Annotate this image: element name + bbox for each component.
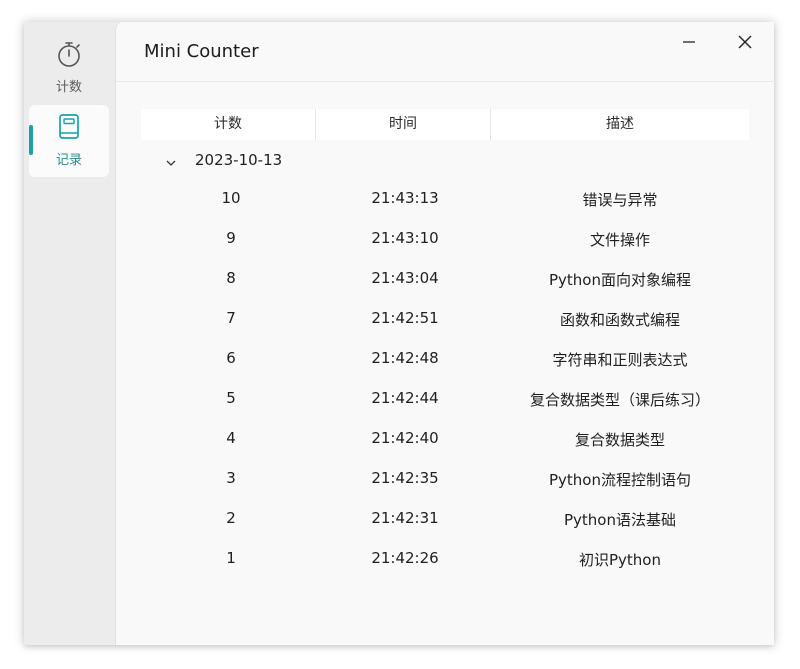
column-header-time[interactable]: 时间 bbox=[316, 109, 491, 140]
table-row[interactable]: 5 21:42:44 复合数据类型（课后练习） bbox=[141, 379, 749, 419]
column-header-description[interactable]: 描述 bbox=[491, 109, 749, 140]
table-row[interactable]: 7 21:42:51 函数和函数式编程 bbox=[141, 299, 749, 339]
table-body: 10 21:43:13 错误与异常 9 21:43:10 文件操作 8 21:4… bbox=[141, 179, 749, 579]
group-date-label: 2023-10-13 bbox=[195, 151, 283, 169]
cell-description: 复合数据类型 bbox=[574, 431, 665, 449]
table-header: 计数 时间 描述 bbox=[141, 109, 749, 140]
cell-description: 复合数据类型（课后练习） bbox=[529, 391, 710, 409]
cell-description: Python流程控制语句 bbox=[549, 471, 691, 489]
cell-count: 9 bbox=[226, 229, 236, 247]
cell-time: 21:42:48 bbox=[371, 349, 439, 367]
cell-count: 1 bbox=[226, 549, 236, 567]
minimize-button[interactable] bbox=[669, 28, 709, 56]
table-row[interactable]: 2 21:42:31 Python语法基础 bbox=[141, 499, 749, 539]
table-row[interactable]: 6 21:42:48 字符串和正则表达式 bbox=[141, 339, 749, 379]
date-group-row[interactable]: 2023-10-13 bbox=[141, 145, 749, 175]
notebook-icon bbox=[56, 113, 82, 141]
cell-description: 初识Python bbox=[579, 551, 661, 569]
cell-count: 10 bbox=[221, 189, 241, 207]
cell-time: 21:42:40 bbox=[371, 429, 439, 447]
cell-count: 2 bbox=[226, 509, 236, 527]
title-bar: Mini Counter bbox=[116, 22, 775, 82]
sidebar-item-label: 记录 bbox=[55, 153, 82, 168]
cell-time: 21:42:44 bbox=[371, 389, 439, 407]
cell-count: 7 bbox=[226, 309, 236, 327]
cell-description: 函数和函数式编程 bbox=[559, 311, 680, 329]
app-window: 计数 记录 Mini Counter 计数 时间 描述 2023-10-13 1… bbox=[24, 22, 775, 645]
cell-count: 4 bbox=[226, 429, 236, 447]
table-row[interactable]: 8 21:43:04 Python面向对象编程 bbox=[141, 259, 749, 299]
cell-description: Python面向对象编程 bbox=[549, 271, 691, 289]
cell-time: 21:43:04 bbox=[371, 269, 439, 287]
table-row[interactable]: 3 21:42:35 Python流程控制语句 bbox=[141, 459, 749, 499]
cell-time: 21:42:51 bbox=[371, 309, 439, 327]
sidebar-item-records[interactable]: 记录 bbox=[29, 105, 109, 177]
cell-count: 6 bbox=[226, 349, 236, 367]
chevron-down-icon[interactable] bbox=[165, 154, 177, 166]
window-title: Mini Counter bbox=[144, 41, 259, 62]
cell-time: 21:42:31 bbox=[371, 509, 439, 527]
cell-description: Python语法基础 bbox=[564, 511, 676, 529]
cell-time: 21:43:10 bbox=[371, 229, 439, 247]
close-button[interactable] bbox=[725, 28, 765, 56]
cell-time: 21:43:13 bbox=[371, 189, 439, 207]
cell-description: 文件操作 bbox=[589, 231, 650, 249]
table-row[interactable]: 1 21:42:26 初识Python bbox=[141, 539, 749, 579]
table-row[interactable]: 9 21:43:10 文件操作 bbox=[141, 219, 749, 259]
minimize-icon bbox=[683, 41, 695, 43]
table-row[interactable]: 4 21:42:40 复合数据类型 bbox=[141, 419, 749, 459]
cell-count: 5 bbox=[226, 389, 236, 407]
table-row[interactable]: 10 21:43:13 错误与异常 bbox=[141, 179, 749, 219]
content-panel: Mini Counter 计数 时间 描述 2023-10-13 10 21:4… bbox=[115, 22, 775, 645]
stopwatch-icon bbox=[56, 40, 82, 68]
cell-description: 错误与异常 bbox=[582, 191, 658, 209]
cell-time: 21:42:35 bbox=[371, 469, 439, 487]
column-header-count[interactable]: 计数 bbox=[141, 109, 316, 140]
cell-time: 21:42:26 bbox=[371, 549, 439, 567]
cell-count: 8 bbox=[226, 269, 236, 287]
cell-count: 3 bbox=[226, 469, 236, 487]
sidebar-item-label: 计数 bbox=[55, 80, 82, 95]
cell-description: 字符串和正则表达式 bbox=[552, 351, 688, 369]
close-icon bbox=[738, 35, 752, 49]
sidebar-item-counter[interactable]: 计数 bbox=[29, 32, 109, 104]
